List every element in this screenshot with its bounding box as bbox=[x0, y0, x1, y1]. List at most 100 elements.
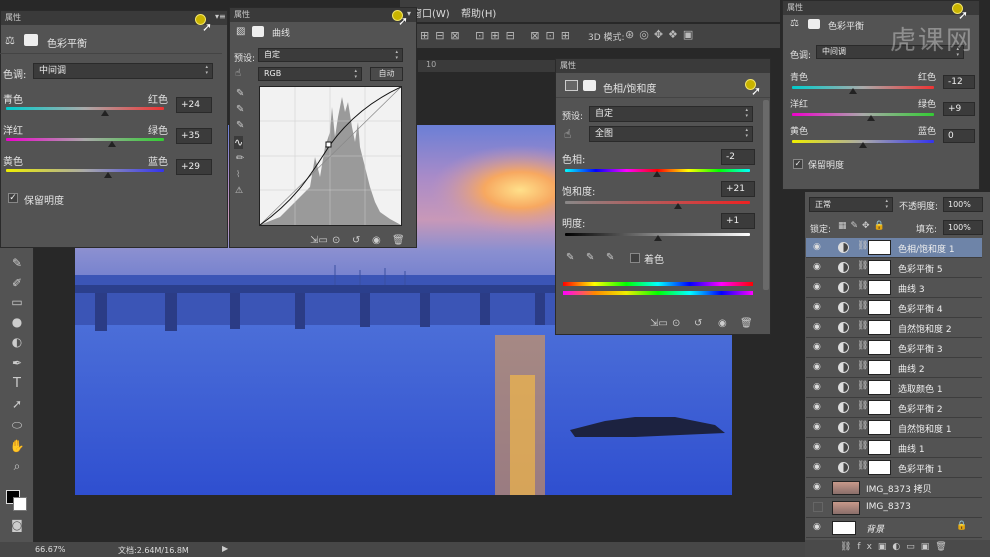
layer-mask-thumb[interactable] bbox=[868, 300, 891, 315]
lock-icons[interactable]: ▦✎✥🔒 bbox=[838, 221, 889, 231]
layer-name[interactable]: 曲线 2 bbox=[898, 362, 925, 375]
gray-eyedropper-icon[interactable]: ✎ bbox=[236, 104, 244, 115]
layer-mask-thumb[interactable] bbox=[868, 240, 891, 255]
zoom-level[interactable]: 66.67% bbox=[35, 545, 66, 554]
curves-graph[interactable] bbox=[259, 86, 402, 226]
eye-icon[interactable]: ◉ bbox=[813, 362, 823, 372]
layer-name[interactable]: IMG_8373 拷贝 bbox=[866, 482, 932, 495]
magenta-green-slider[interactable] bbox=[6, 138, 164, 141]
eraser-tool-icon[interactable]: ▭ bbox=[8, 293, 26, 311]
layer-name[interactable]: 曲线 3 bbox=[898, 282, 925, 295]
cyan-red-value[interactable]: -12 bbox=[943, 75, 975, 89]
cyan-red-value[interactable]: +24 bbox=[176, 97, 212, 113]
layer-mask-thumb[interactable] bbox=[868, 440, 891, 455]
clip-warning-icon[interactable]: ⚠ bbox=[235, 186, 243, 196]
link-icon[interactable]: ⛓ bbox=[857, 281, 868, 291]
eye-icon[interactable]: ◉ bbox=[813, 242, 823, 252]
hue-scrollbar[interactable] bbox=[763, 100, 769, 290]
layer-name[interactable]: 色彩平衡 1 bbox=[898, 462, 943, 475]
visibility-icon[interactable]: ◉ bbox=[718, 318, 727, 329]
tone-select[interactable]: 中间调 bbox=[33, 63, 213, 79]
slider-thumb[interactable] bbox=[654, 235, 662, 241]
layer-name[interactable]: 色彩平衡 3 bbox=[898, 342, 943, 355]
layer-mask-thumb[interactable] bbox=[868, 400, 891, 415]
panel-tab[interactable]: 属性 bbox=[230, 8, 416, 22]
ellipse-tool-icon[interactable]: ⬭ bbox=[8, 416, 26, 434]
link-icon[interactable]: ⛓ bbox=[857, 401, 868, 411]
background-color[interactable] bbox=[13, 497, 27, 511]
mask-icon[interactable] bbox=[252, 26, 264, 37]
view-previous-icon[interactable]: ⊙ bbox=[672, 318, 680, 329]
magenta-green-value[interactable]: +35 bbox=[176, 128, 212, 144]
layer-name[interactable]: 自然饱和度 2 bbox=[898, 322, 952, 335]
layer-row[interactable]: ◉ ⛓ 曲线 1 bbox=[806, 438, 982, 458]
curve-edit-icon[interactable]: ∿ bbox=[234, 136, 244, 149]
opacity-value[interactable]: 100% bbox=[943, 197, 983, 212]
slider-thumb[interactable] bbox=[104, 172, 112, 178]
saturation-value[interactable]: +21 bbox=[721, 181, 755, 197]
layer-name[interactable]: IMG_8373 bbox=[866, 502, 911, 512]
layer-name[interactable]: 色相/饱和度 1 bbox=[898, 242, 955, 255]
layer-mask-thumb[interactable] bbox=[868, 260, 891, 275]
link-icon[interactable]: ⛓ bbox=[857, 361, 868, 371]
view-previous-icon[interactable]: ⊙ bbox=[332, 235, 340, 246]
link-icon[interactable]: ⛓ bbox=[857, 341, 868, 351]
link-icon[interactable]: ⛓ bbox=[857, 381, 868, 391]
layer-name[interactable]: 选取颜色 1 bbox=[898, 382, 943, 395]
hue-value[interactable]: -2 bbox=[721, 149, 755, 165]
visibility-icon[interactable]: ◉ bbox=[372, 235, 381, 246]
magenta-green-value[interactable]: +9 bbox=[943, 102, 975, 116]
layer-row[interactable]: ◉ ⛓ 色彩平衡 3 bbox=[806, 338, 982, 358]
link-icon[interactable]: ⛓ bbox=[857, 441, 868, 451]
preset-select[interactable]: 自定 bbox=[589, 106, 753, 122]
menu-window[interactable]: 窗口(W) bbox=[412, 5, 450, 20]
layer-mask-thumb[interactable] bbox=[868, 280, 891, 295]
slider-thumb[interactable] bbox=[101, 110, 109, 116]
layer-image-thumb[interactable] bbox=[832, 521, 856, 535]
pencil-icon[interactable]: ✏ bbox=[236, 153, 244, 164]
colorize-checkbox[interactable] bbox=[630, 253, 640, 263]
slider-thumb[interactable] bbox=[849, 88, 857, 94]
layer-row[interactable]: ◉ ⛓ 色彩平衡 5 bbox=[806, 258, 982, 278]
layer-name[interactable]: 自然饱和度 1 bbox=[898, 422, 952, 435]
white-eyedropper-icon[interactable]: ✎ bbox=[236, 120, 244, 131]
brush-tool-icon[interactable]: ✐ bbox=[8, 274, 26, 292]
yellow-blue-value[interactable]: +29 bbox=[176, 159, 212, 175]
black-eyedropper-icon[interactable]: ✎ bbox=[236, 88, 244, 99]
reset-icon[interactable]: ↺ bbox=[694, 318, 702, 329]
cyan-red-slider[interactable] bbox=[6, 107, 164, 110]
slider-thumb[interactable] bbox=[867, 115, 875, 121]
eye-icon[interactable]: ◉ bbox=[813, 482, 823, 492]
link-icon[interactable]: ⛓ bbox=[857, 301, 868, 311]
eyedropper-icon[interactable]: ✎ bbox=[566, 252, 574, 263]
slider-thumb[interactable] bbox=[653, 171, 661, 177]
menu-help[interactable]: 帮助(H) bbox=[461, 5, 496, 20]
layer-mask-thumb[interactable] bbox=[868, 460, 891, 475]
eyedropper-minus-icon[interactable]: ✎ bbox=[606, 252, 614, 263]
layer-mask-thumb[interactable] bbox=[868, 360, 891, 375]
range-select[interactable]: 全图 bbox=[589, 126, 753, 142]
layer-name[interactable]: 曲线 1 bbox=[898, 442, 925, 455]
panel-tab[interactable]: 属性 bbox=[556, 59, 770, 73]
eye-icon[interactable]: ◉ bbox=[813, 262, 823, 272]
yellow-blue-slider[interactable] bbox=[6, 169, 164, 172]
eye-icon[interactable]: ◉ bbox=[813, 342, 823, 352]
layer-mask-thumb[interactable] bbox=[868, 320, 891, 335]
quick-mask-icon[interactable]: ◙ bbox=[8, 516, 26, 534]
patch-tool-icon[interactable]: ✎ bbox=[8, 254, 26, 272]
preserve-checkbox[interactable]: ✓ bbox=[793, 159, 803, 169]
panel-tab[interactable]: 属性 bbox=[783, 1, 979, 15]
link-icon[interactable]: ⛓ bbox=[857, 461, 868, 471]
link-icon[interactable]: ⛓ bbox=[857, 241, 868, 251]
doc-size[interactable]: 文档:2.64M/16.8M bbox=[118, 545, 189, 556]
3d-tools[interactable]: ⊛◎✥❖▣ bbox=[625, 28, 698, 41]
layer-row[interactable]: ◉ ⛓ 选取颜色 1 bbox=[806, 378, 982, 398]
layer-mask-thumb[interactable] bbox=[868, 340, 891, 355]
layer-name[interactable]: 色彩平衡 5 bbox=[898, 262, 943, 275]
eye-icon[interactable]: ◉ bbox=[813, 522, 823, 532]
align-icons[interactable]: ⊞⊟⊠ ⊡⊞⊟ ⊠⊡⊞ bbox=[420, 29, 576, 42]
layer-name[interactable]: 色彩平衡 4 bbox=[898, 302, 943, 315]
eye-icon[interactable]: ◉ bbox=[813, 302, 823, 312]
eye-icon[interactable]: ◉ bbox=[813, 442, 823, 452]
eye-icon[interactable]: ◉ bbox=[813, 422, 823, 432]
